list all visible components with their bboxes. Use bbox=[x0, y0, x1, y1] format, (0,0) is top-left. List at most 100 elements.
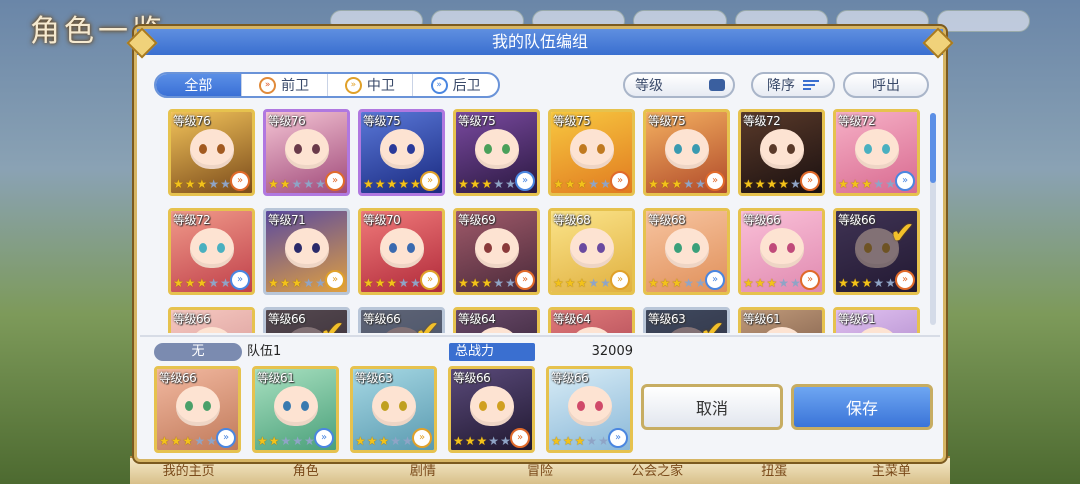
front-role-icon: » bbox=[325, 171, 345, 191]
star-icon: ★ bbox=[574, 434, 586, 448]
character-face bbox=[189, 129, 234, 170]
character-card[interactable]: 等级68 ★ ★ ★ ★ ★» bbox=[548, 208, 635, 295]
sort-order-button[interactable]: 降序 bbox=[751, 72, 835, 98]
character-card[interactable]: 等级64★★★★★» bbox=[548, 307, 635, 333]
scrollbar-thumb[interactable] bbox=[930, 113, 936, 183]
front-role-icon: » bbox=[800, 270, 820, 290]
character-level: 等级66 bbox=[551, 371, 589, 385]
character-card[interactable]: 等级66★★★★★» bbox=[168, 307, 255, 333]
character-roster[interactable]: 等级76 ★ ★ ★ ★ ★» 等级76 ★ ★ ★ ★ ★» 等级75 ★ ★ ★ ★ ★» 等级75 ★ ★ ★ ★ ★»… bbox=[140, 105, 940, 333]
filter-tab[interactable]: 全部 bbox=[156, 74, 241, 96]
star-rating: ★ ★ ★ ★ ★ bbox=[648, 177, 706, 191]
character-card[interactable]: 等级66★★★★★»✔ bbox=[263, 307, 350, 333]
character-card[interactable]: 等级66★★★★★» bbox=[738, 208, 825, 295]
star-icon: ★ bbox=[766, 276, 778, 290]
star-icon: ★ bbox=[778, 276, 790, 290]
star-rating: ★ ★ ★ ★ ★ bbox=[363, 177, 421, 191]
character-level: 等级66 bbox=[453, 371, 491, 385]
character-card[interactable]: 等级72 ★ ★ ★ ★ ★» bbox=[738, 109, 825, 196]
character-level: 等级72 bbox=[743, 114, 781, 128]
filter-tab[interactable]: » 后卫 bbox=[412, 74, 498, 96]
star-rating: ★ ★ ★ ★ ★ bbox=[551, 434, 609, 448]
star-icon: ★ bbox=[849, 276, 861, 290]
character-card[interactable]: 等级75 ★ ★ ★ ★ ★» bbox=[453, 109, 540, 196]
star-icon: ★ bbox=[453, 434, 464, 448]
star-rating: ★ ★ ★ ★ ★ bbox=[159, 434, 217, 448]
total-power-value: 32009 bbox=[591, 344, 633, 359]
middle-role-icon: » bbox=[325, 270, 345, 290]
star-icon: ★ bbox=[778, 177, 790, 191]
star-icon: ★ bbox=[588, 276, 600, 290]
call-team-button[interactable]: 呼出 bbox=[843, 72, 929, 98]
character-card[interactable]: 等级76 ★ ★ ★ ★ ★» bbox=[168, 109, 255, 196]
character-level: 等级66 bbox=[743, 213, 781, 227]
character-level: 等级61 bbox=[257, 371, 295, 385]
character-face bbox=[284, 228, 329, 269]
character-face bbox=[379, 129, 424, 170]
character-card[interactable]: 等级63 ★ ★ ★ ★ ★» bbox=[350, 366, 437, 453]
character-face bbox=[759, 129, 804, 170]
middle-role-icon: » bbox=[420, 171, 440, 191]
sort-by-level-button[interactable]: 等级 bbox=[623, 72, 735, 98]
star-rating: ★ ★ ★ ★ ★ bbox=[268, 276, 326, 290]
star-rating: ★ ★ ★ ★ ★ bbox=[838, 276, 896, 290]
back-role-icon: » bbox=[515, 171, 535, 191]
character-card[interactable]: 等级75 ★ ★ ★ ★ ★» bbox=[643, 109, 730, 196]
star-icon: ★ bbox=[493, 177, 505, 191]
character-card[interactable]: 等级70 ★ ★ ★ ★ ★» bbox=[358, 208, 445, 295]
character-card[interactable]: 等级64★★★★★» bbox=[453, 307, 540, 333]
character-level: 等级76 bbox=[268, 114, 306, 128]
character-card[interactable]: 等级63★★★★★»✔ bbox=[643, 307, 730, 333]
character-card[interactable]: 等级61★★★★★» bbox=[252, 366, 339, 453]
star-icon: ★ bbox=[374, 177, 386, 191]
character-level: 等级66 bbox=[159, 371, 197, 385]
selected-check-icon: ✔ bbox=[699, 315, 725, 334]
star-rating: ★ ★ ★ ★ ★ bbox=[173, 276, 231, 290]
character-level: 等级61 bbox=[743, 312, 781, 326]
front-role-icon: » bbox=[230, 171, 250, 191]
team-name: 队伍1 bbox=[247, 344, 282, 359]
character-card[interactable]: 等级72 ★ ★ ★ ★ ★» bbox=[168, 208, 255, 295]
roster-scrollbar[interactable] bbox=[930, 113, 936, 325]
star-icon: ★ bbox=[378, 434, 390, 448]
sort-toggle-icon bbox=[709, 79, 725, 91]
star-icon: ★ bbox=[551, 434, 562, 448]
star-rating: ★ ★ ★ ★ ★ bbox=[458, 177, 516, 191]
star-icon: ★ bbox=[280, 434, 292, 448]
character-face bbox=[273, 386, 318, 427]
star-icon: ★ bbox=[355, 434, 366, 448]
character-card[interactable]: 等级61★★★★★» bbox=[833, 307, 920, 333]
character-card[interactable]: 等级68 ★ ★ ★ ★ ★» bbox=[643, 208, 730, 295]
character-card[interactable]: 等级71 ★ ★ ★ ★ ★» bbox=[263, 208, 350, 295]
character-face bbox=[569, 129, 614, 170]
middle-role-icon: » bbox=[412, 428, 432, 448]
character-card[interactable]: 等级69 ★ ★ ★ ★ ★» bbox=[453, 208, 540, 295]
character-card[interactable]: 等级72 ★ ★ ★ ★ ★» bbox=[833, 109, 920, 196]
star-icon: ★ bbox=[553, 177, 564, 191]
filter-tab[interactable]: » 前卫 bbox=[240, 74, 327, 96]
character-level: 等级66 bbox=[363, 312, 401, 326]
star-icon: ★ bbox=[303, 177, 315, 191]
character-card[interactable]: 等级61★★★★★» bbox=[738, 307, 825, 333]
filter-tab[interactable]: » 中卫 bbox=[326, 74, 413, 96]
character-card[interactable]: 等级66★★★★★»✔ bbox=[833, 208, 920, 295]
cancel-button[interactable]: 取消 bbox=[641, 384, 783, 430]
back-role-icon: » bbox=[230, 270, 250, 290]
character-card[interactable]: 等级66★★★★★» bbox=[546, 366, 633, 453]
character-level: 等级68 bbox=[648, 213, 686, 227]
star-icon: ★ bbox=[476, 434, 488, 448]
star-icon: ★ bbox=[458, 177, 469, 191]
star-icon: ★ bbox=[291, 276, 303, 290]
character-card[interactable]: 等级75 ★ ★ ★ ★ ★» bbox=[548, 109, 635, 196]
star-icon: ★ bbox=[194, 434, 206, 448]
character-card[interactable]: 等级66★★★★★»✔ bbox=[358, 307, 445, 333]
character-card[interactable]: 等级66★★★★★» bbox=[154, 366, 241, 453]
star-icon: ★ bbox=[173, 177, 184, 191]
character-card[interactable]: 等级76 ★ ★ ★ ★ ★» bbox=[263, 109, 350, 196]
save-button[interactable]: 保存 bbox=[791, 384, 933, 430]
character-card[interactable]: 等级66★★★★★» bbox=[448, 366, 535, 453]
character-card[interactable]: 等级75 ★ ★ ★ ★ ★» bbox=[358, 109, 445, 196]
star-icon: ★ bbox=[849, 177, 861, 191]
character-face bbox=[371, 386, 416, 427]
character-face bbox=[567, 386, 612, 427]
